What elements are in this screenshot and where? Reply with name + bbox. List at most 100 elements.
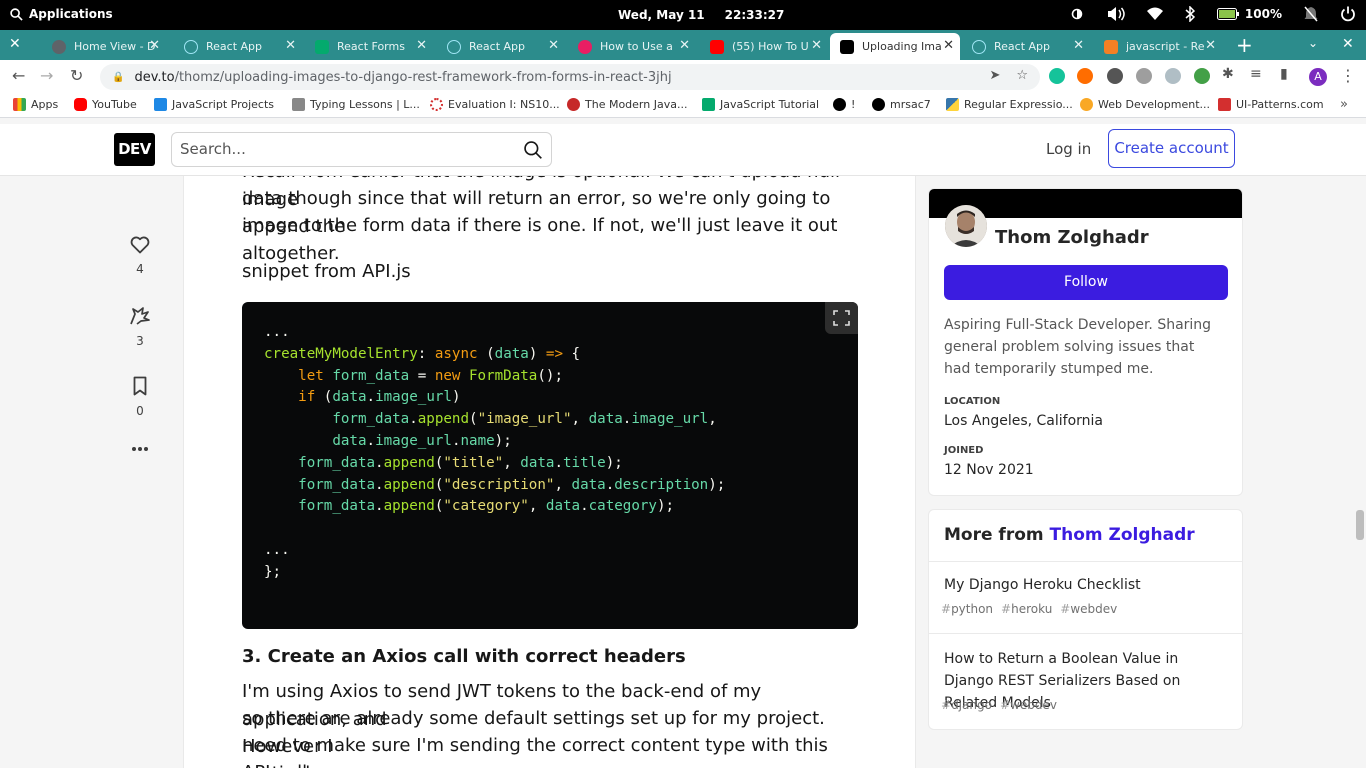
bookmark-javascript-tutorial[interactable]: JavaScript Tutorial [702, 98, 819, 111]
bookmark-apps[interactable]: Apps [13, 98, 58, 111]
bookmark-regular-expressions[interactable]: Regular Expressio... [946, 98, 1073, 111]
applications-menu[interactable]: Applications [10, 7, 113, 21]
extension-icon[interactable] [1194, 68, 1210, 84]
tab-react-app-2[interactable]: React App ✕ [437, 33, 565, 60]
bookmark-site-icon [292, 98, 305, 111]
save-button[interactable]: 0 [118, 376, 162, 418]
tab-react-app-3[interactable]: React App ✕ [962, 33, 1090, 60]
system-tray[interactable]: 100% [1069, 6, 1356, 22]
extension-icon[interactable] [1165, 68, 1181, 84]
tag[interactable]: webdev [1000, 698, 1057, 712]
code-block: ... createMyModelEntry: async (data) => … [242, 302, 858, 629]
tab-close-icon[interactable]: ✕ [149, 38, 160, 53]
tab-close-icon[interactable]: ✕ [1205, 38, 1216, 53]
bookmark-typing-lessons[interactable]: Typing Lessons | L... [292, 98, 420, 111]
bookmark-label: Typing Lessons | L... [310, 98, 420, 111]
author-avatar[interactable] [945, 205, 987, 247]
react-icon [184, 39, 198, 54]
tab-react-app-1[interactable]: React App ✕ [174, 33, 302, 60]
clock-date: Wed, May 11 [618, 8, 705, 22]
system-top-bar: Applications Wed, May 11 22:33:27 100% [0, 0, 1366, 30]
bookmark-evaluation[interactable]: Evaluation I: NS10... [430, 98, 560, 111]
clock[interactable]: Wed, May 11 22:33:27 [618, 8, 784, 22]
login-link[interactable]: Log in [1046, 140, 1091, 158]
tab-stackoverflow[interactable]: javascript - Re ✕ [1094, 33, 1222, 60]
battery-indicator: 100% [1216, 7, 1282, 21]
react-icon [972, 39, 986, 54]
reload-icon[interactable]: ↻ [70, 66, 83, 85]
share-icon[interactable]: ➤ [989, 68, 1000, 83]
bookmark-github-1[interactable]: ! [833, 98, 855, 111]
tab-react-forms[interactable]: React Forms ✕ [305, 33, 433, 60]
tag[interactable]: django [941, 698, 992, 712]
side-panel-icon[interactable]: ▮ [1280, 66, 1288, 82]
tab-close-icon[interactable]: ✕ [1073, 38, 1084, 53]
grammarly-icon[interactable] [1049, 68, 1065, 84]
follow-button[interactable]: Follow [944, 265, 1228, 300]
paragraph-line: API call. [242, 759, 862, 768]
unicorn-button[interactable]: 3 [118, 306, 162, 348]
applications-label: Applications [29, 7, 113, 21]
extension-icon[interactable] [1107, 68, 1123, 84]
site-icon [578, 39, 592, 54]
search-icon[interactable] [523, 140, 543, 160]
more-options-button[interactable] [118, 446, 162, 460]
youtube-icon [74, 98, 87, 111]
tab-close-icon[interactable]: ✕ [416, 38, 427, 53]
extension-icon[interactable] [1077, 68, 1093, 84]
like-button[interactable]: 4 [118, 236, 162, 276]
bookmark-label: JavaScript Projects [172, 98, 275, 111]
tag[interactable]: heroku [1001, 602, 1052, 616]
bookmark-label: Evaluation I: NS10... [448, 98, 560, 111]
ellipsis-icon [132, 447, 148, 451]
tag[interactable]: python [941, 602, 993, 616]
tab-close-icon[interactable]: ✕ [943, 38, 954, 53]
tab-close-icon[interactable]: ✕ [285, 38, 296, 53]
back-icon[interactable]: ← [12, 66, 25, 85]
more-bookmarks-icon[interactable]: » [1340, 97, 1348, 112]
bookmark-star-icon[interactable]: ☆ [1016, 68, 1028, 83]
close-icon[interactable]: ✕ [9, 36, 21, 52]
extensions-puzzle-icon[interactable]: ✱ [1222, 66, 1234, 82]
tab-how-to-use[interactable]: How to Use a ✕ [568, 33, 696, 60]
more-from-author-link[interactable]: Thom Zolghadr [1050, 525, 1195, 545]
article-body: Recall from earlier that the image is op… [183, 176, 916, 768]
bookmark-icon [133, 376, 147, 396]
browser-menu-icon[interactable]: ⋮ [1340, 66, 1356, 85]
bookmark-web-development[interactable]: Web Development... [1080, 98, 1210, 111]
forward-icon[interactable]: → [40, 66, 53, 85]
bookmark-mrsac7[interactable]: mrsac7 [872, 98, 931, 111]
bookmark-label: YouTube [92, 98, 137, 111]
tab-label: (55) How To U [732, 40, 809, 53]
close-window-icon[interactable]: ✕ [1342, 36, 1354, 52]
new-tab-icon[interactable]: + [1236, 33, 1253, 57]
page-scrollbar[interactable] [1356, 510, 1364, 540]
tab-search-chevron-icon[interactable]: ⌄ [1308, 36, 1318, 50]
more-from-prefix: More from [944, 525, 1050, 545]
tab-label: How to Use a [600, 40, 673, 53]
search-input[interactable]: Search... [171, 132, 552, 167]
tab-close-icon[interactable]: ✕ [548, 38, 559, 53]
create-account-button[interactable]: Create account [1108, 129, 1235, 168]
tag[interactable]: webdev [1060, 602, 1117, 616]
tab-close-icon[interactable]: ✕ [679, 38, 690, 53]
bookmark-youtube[interactable]: YouTube [74, 98, 137, 111]
tab-close-icon[interactable]: ✕ [811, 38, 822, 53]
tab-youtube[interactable]: (55) How To U ✕ [700, 33, 828, 60]
bookmark-modern-javascript[interactable]: The Modern Java... [567, 98, 687, 111]
extension-icon[interactable] [1136, 68, 1152, 84]
address-bar[interactable]: 🔒 dev.to/thomz/uploading-images-to-djang… [100, 64, 1040, 90]
tab-home-view[interactable]: Home View - D ✕ [42, 33, 166, 60]
more-item-title[interactable]: My Django Heroku Checklist [944, 574, 1229, 596]
fullscreen-button[interactable] [825, 302, 858, 334]
save-count: 0 [136, 404, 144, 418]
profile-avatar[interactable]: A [1309, 68, 1327, 86]
author-name[interactable]: Thom Zolghadr [995, 227, 1149, 248]
bookmark-javascript-projects[interactable]: JavaScript Projects [154, 98, 274, 111]
bookmark-ui-patterns[interactable]: UI-Patterns.com [1218, 98, 1324, 111]
reading-list-icon[interactable]: ≡ [1250, 66, 1262, 82]
browser-tab-bar: ✕ Home View - D ✕ React App ✕ React Forms ✕… [0, 30, 1366, 60]
location-label: LOCATION [944, 396, 1001, 407]
tab-uploading-images-active[interactable]: Uploading Ima ✕ [830, 33, 960, 60]
dev-logo[interactable]: DEV [114, 133, 155, 166]
